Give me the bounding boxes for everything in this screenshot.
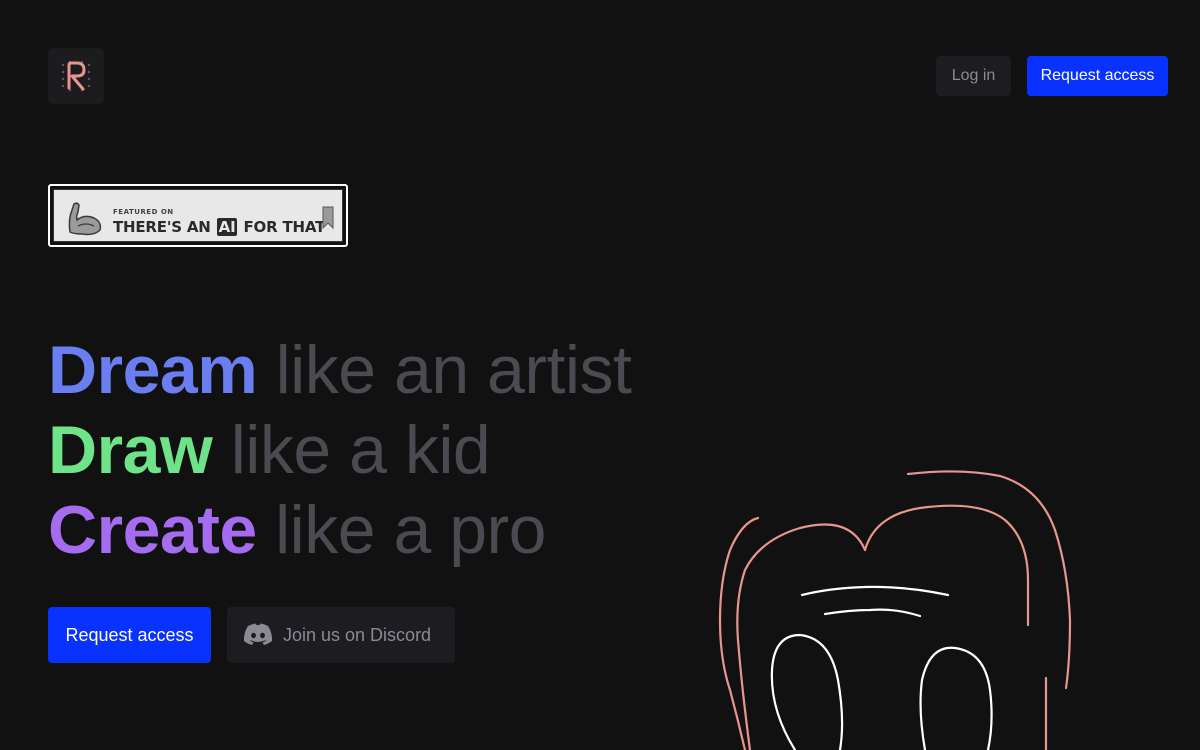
discord-icon bbox=[243, 623, 273, 645]
bookmark-icon bbox=[322, 206, 334, 230]
join-discord-button[interactable]: Join us on Discord bbox=[227, 607, 455, 663]
badge-featured-on-text: FEATURED ON bbox=[113, 208, 174, 216]
badge-title-part-2: FOR THAT bbox=[243, 218, 326, 236]
hero-keyword-dream: Dream bbox=[48, 332, 258, 408]
badge-title: THERE'S AN AI FOR THAT bbox=[113, 218, 325, 236]
hero-headline: Dream like an artist Draw like a kid Cre… bbox=[48, 330, 632, 570]
hero-phrase-draw: like a kid bbox=[230, 412, 491, 488]
logo-r-icon bbox=[61, 60, 91, 92]
hero-line-draw: Draw like a kid bbox=[48, 410, 631, 490]
featured-badge[interactable]: FEATURED ON THERE'S AN AI FOR THAT bbox=[48, 184, 348, 247]
hero-keyword-draw: Draw bbox=[48, 412, 213, 488]
hero-line-create: Create like a pro bbox=[48, 490, 631, 570]
hero-phrase-dream: like an artist bbox=[275, 332, 632, 408]
hero-phrase-create: like a pro bbox=[275, 492, 546, 568]
badge-ai-box: AI bbox=[216, 218, 238, 236]
hero-keyword-create: Create bbox=[48, 492, 257, 568]
request-access-button-main[interactable]: Request access bbox=[48, 607, 211, 663]
landing-page: Log in Request access FEATURED ON THERE'… bbox=[0, 0, 1200, 750]
hero-line-dream: Dream like an artist bbox=[48, 330, 632, 410]
flexed-arm-icon bbox=[68, 202, 102, 236]
featured-badge-inner: FEATURED ON THERE'S AN AI FOR THAT bbox=[53, 189, 343, 242]
app-logo[interactable] bbox=[48, 48, 104, 104]
request-access-button-header[interactable]: Request access bbox=[1027, 56, 1168, 96]
login-button[interactable]: Log in bbox=[936, 56, 1011, 96]
discord-button-label: Join us on Discord bbox=[283, 625, 432, 645]
sketch-illustration bbox=[718, 470, 1072, 750]
badge-title-part-1: THERE'S AN bbox=[113, 218, 211, 236]
